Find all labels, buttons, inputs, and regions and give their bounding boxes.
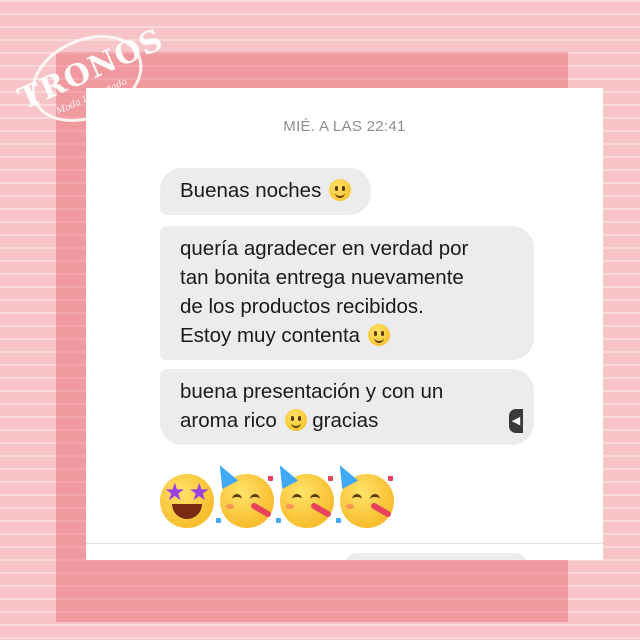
- partial-message-bubble: [346, 553, 526, 560]
- slightly-smiling-face-icon: [284, 409, 307, 431]
- message-line: aroma rico: [180, 409, 277, 432]
- slightly-smiling-face-icon: [367, 324, 390, 346]
- message-line: gracias: [312, 409, 379, 432]
- message-line: quería agradecer en verdad por: [180, 237, 469, 260]
- partying-face-icon: [211, 461, 274, 528]
- message-line: buena presentación y con un: [180, 380, 444, 403]
- partying-face-icon: [271, 461, 334, 528]
- divider: [86, 543, 603, 544]
- message-bubble[interactable]: quería agradecer en verdad por tan bonit…: [160, 226, 534, 360]
- star-struck-icon: [160, 474, 214, 528]
- slightly-smiling-face-icon: [329, 179, 352, 201]
- message-line: Estoy muy contenta: [180, 324, 361, 347]
- message-text: Buenas noches: [180, 179, 322, 202]
- message-bubble[interactable]: buena presentación y con un aroma rico g…: [160, 369, 534, 445]
- partying-face-icon: [331, 461, 394, 528]
- message-bubble[interactable]: Buenas noches: [160, 168, 372, 215]
- message-line: de los productos recibidos.: [180, 295, 424, 318]
- scroll-arrow-icon[interactable]: ◀: [509, 409, 523, 433]
- chat-screenshot: MIÉ. A LAS 22:41 Buenas noches quería ag…: [86, 88, 603, 560]
- message-line: tan bonita entrega nuevamente: [180, 266, 464, 289]
- message-timestamp: MIÉ. A LAS 22:41: [283, 118, 406, 135]
